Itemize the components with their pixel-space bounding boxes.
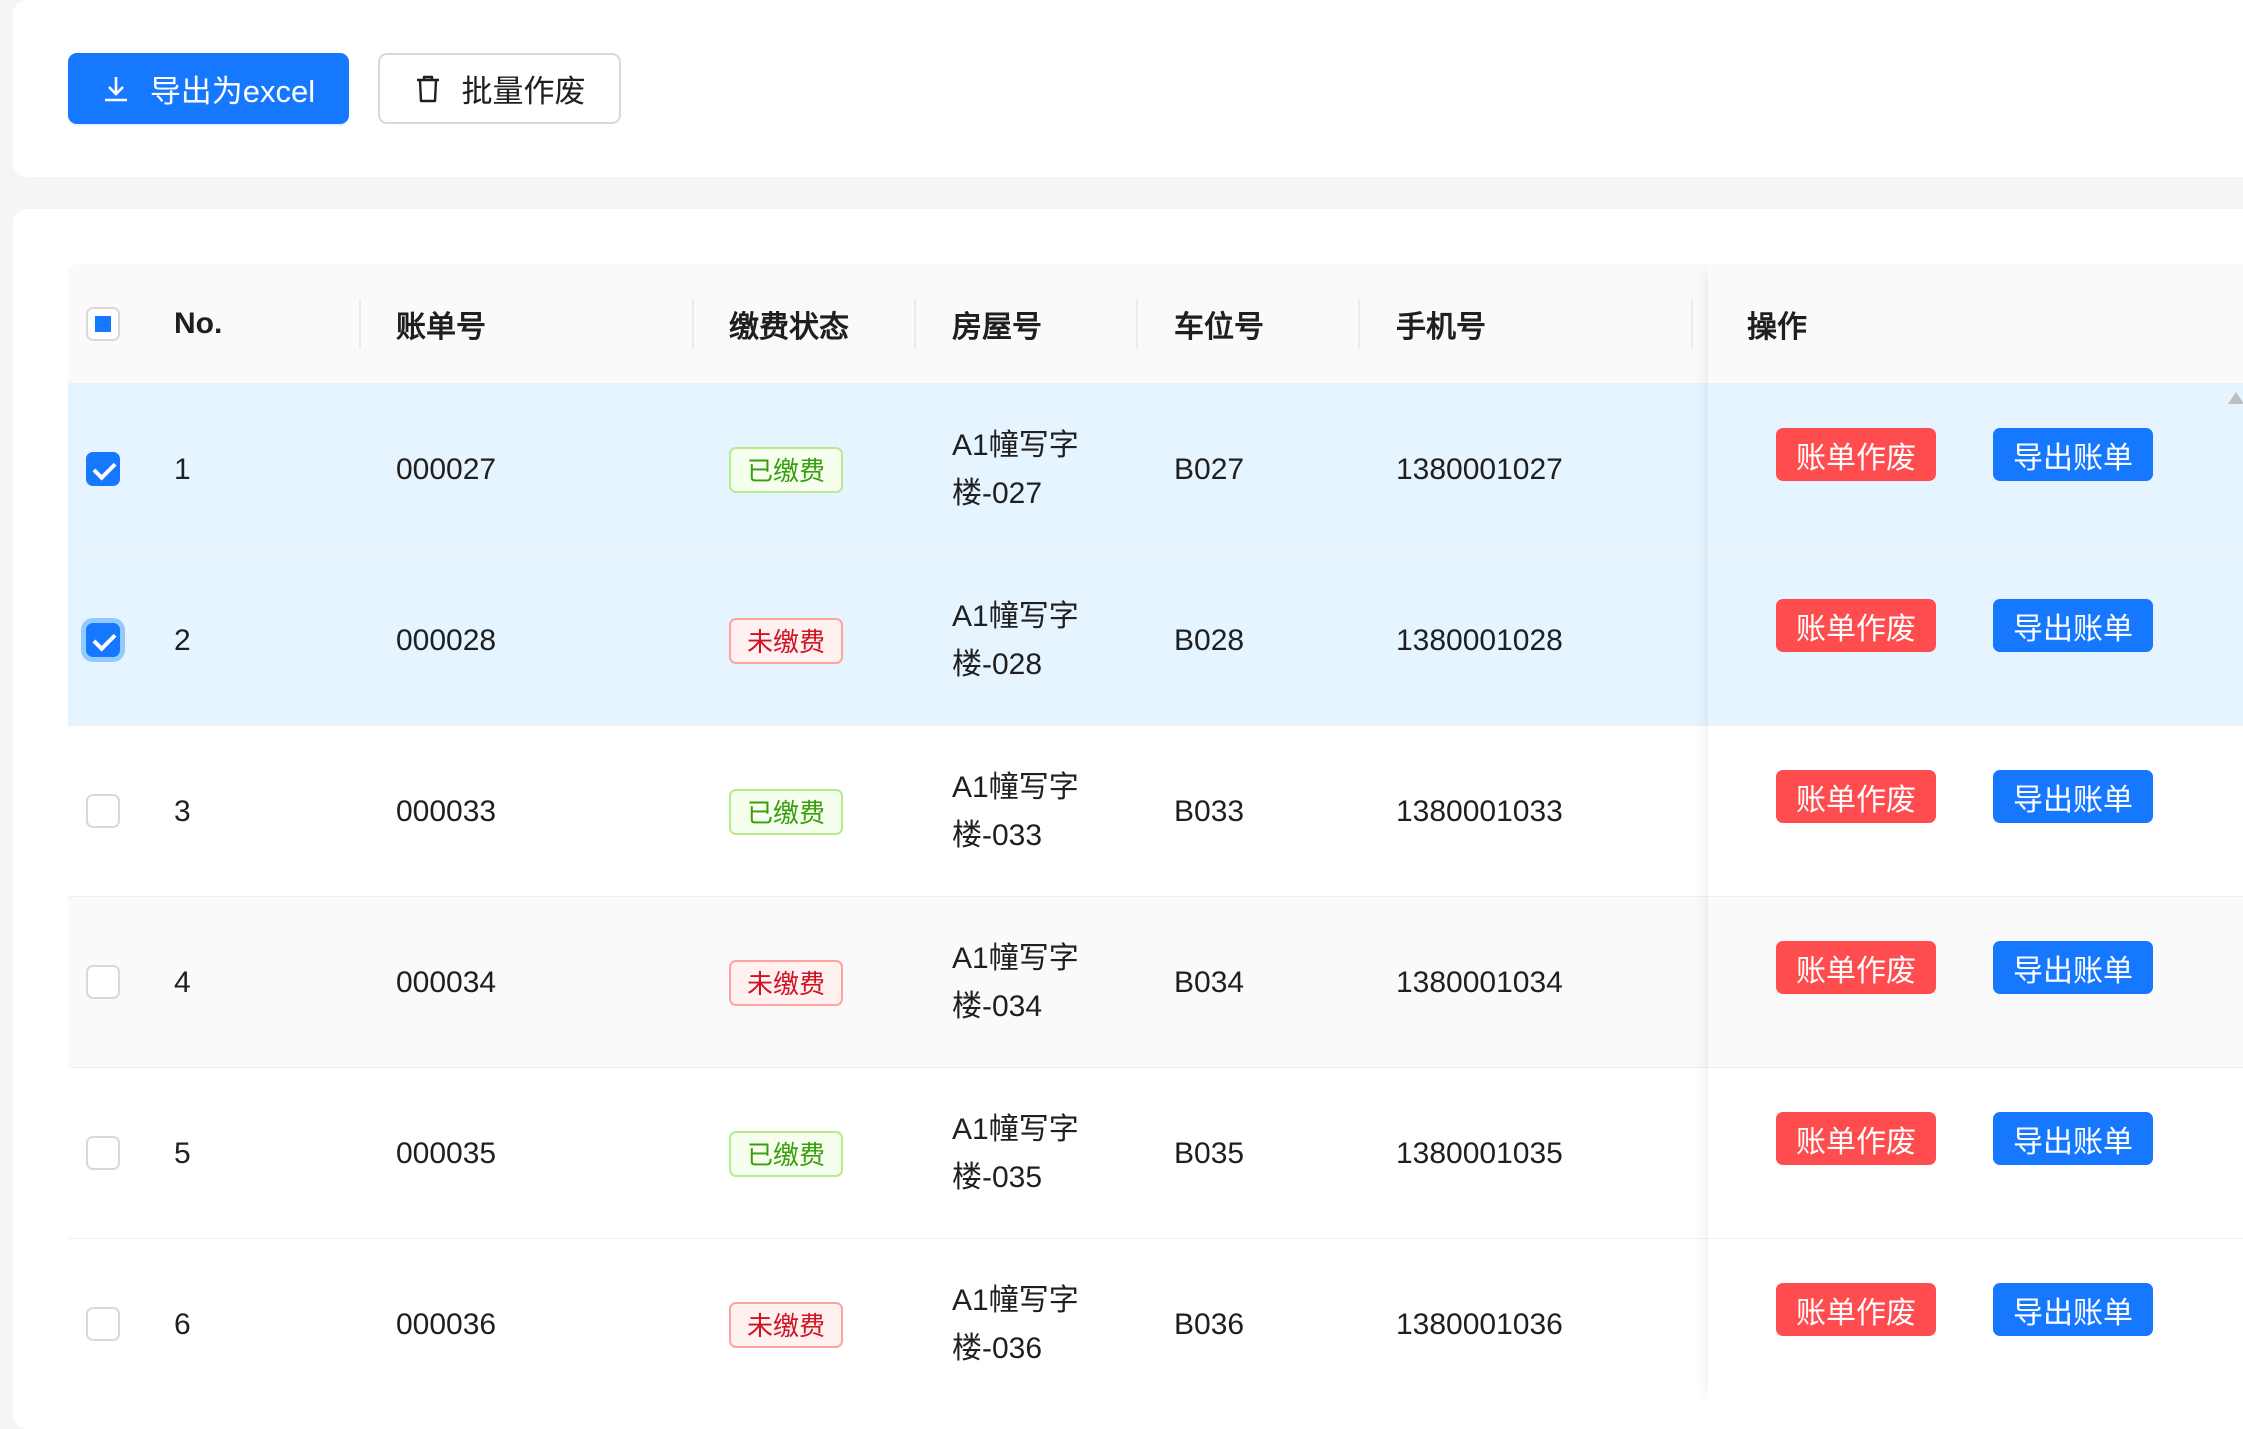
phone-no: 1380001033 [1396, 794, 1563, 828]
row-checkbox[interactable] [86, 1136, 120, 1170]
row-no: 4 [174, 965, 191, 999]
status-badge: 未缴费 [729, 959, 843, 1006]
house-no: A1幢写字 楼-027 [952, 428, 1079, 510]
column-divider [1358, 299, 1360, 349]
column-divider [1691, 299, 1693, 349]
house-no: A1幢写字 楼-028 [952, 599, 1079, 681]
column-header-parking: 车位号 [1174, 311, 1264, 344]
house-no: A1幢写字 楼-034 [952, 941, 1079, 1023]
column-header-house: 房屋号 [952, 311, 1042, 344]
row-no: 1 [174, 452, 191, 486]
batch-void-button[interactable]: 批量作废 [378, 53, 621, 124]
status-badge: 未缴费 [729, 617, 843, 664]
table-row[interactable]: 6 000036 未缴费 A1幢写字 楼-036 B036 1380001036… [68, 1239, 2243, 1410]
trash-icon [414, 74, 442, 104]
void-bill-button[interactable]: 账单作废 [1776, 428, 1936, 481]
export-bill-button[interactable]: 导出账单 [1993, 770, 2153, 823]
column-header-actions: 操作 [1747, 311, 1807, 344]
bill-no: 000033 [396, 794, 497, 828]
void-bill-button[interactable]: 账单作废 [1776, 770, 1936, 823]
column-header-status: 缴费状态 [729, 311, 849, 344]
column-header-no: No. [174, 307, 223, 340]
parking-no: B027 [1174, 452, 1245, 486]
parking-no: B028 [1174, 623, 1245, 657]
void-bill-button[interactable]: 账单作废 [1776, 599, 1936, 652]
status-badge: 未缴费 [729, 1301, 843, 1348]
bill-no: 000028 [396, 623, 497, 657]
phone-no: 1380001036 [1396, 1307, 1563, 1341]
bill-no: 000027 [396, 452, 497, 486]
table-row[interactable]: 5 000035 已缴费 A1幢写字 楼-035 B035 1380001035… [68, 1068, 2243, 1239]
parking-no: B035 [1174, 1136, 1245, 1170]
status-cell: 已缴费 [729, 1068, 843, 1239]
export-excel-label: 导出为excel [149, 74, 316, 109]
bill-no: 000035 [396, 1136, 497, 1170]
bill-no: 000036 [396, 1307, 497, 1341]
phone-no: 1380001034 [1396, 965, 1563, 999]
batch-void-label: 批量作废 [461, 74, 586, 109]
phone-no: 1380001027 [1396, 452, 1563, 486]
export-bill-button[interactable]: 导出账单 [1993, 599, 2153, 652]
export-bill-button[interactable]: 导出账单 [1993, 1283, 2153, 1336]
row-checkbox[interactable] [86, 623, 120, 657]
status-cell: 已缴费 [729, 384, 843, 555]
row-no: 2 [174, 623, 191, 657]
column-header-phone: 手机号 [1396, 311, 1486, 344]
row-checkbox[interactable] [86, 794, 120, 828]
row-no: 3 [174, 794, 191, 828]
void-bill-button[interactable]: 账单作废 [1776, 1283, 1936, 1336]
row-checkbox[interactable] [86, 1307, 120, 1341]
house-no: A1幢写字 楼-033 [952, 770, 1079, 852]
export-bill-button[interactable]: 导出账单 [1993, 941, 2153, 994]
table-header: No. 账单号 缴费状态 房屋号 车位号 手机号 操作 [68, 264, 2243, 384]
download-icon [102, 74, 130, 104]
column-divider [692, 299, 694, 349]
bill-no: 000034 [396, 965, 497, 999]
void-bill-button[interactable]: 账单作废 [1776, 1112, 1936, 1165]
export-excel-button[interactable]: 导出为excel [68, 53, 349, 124]
row-no: 6 [174, 1307, 191, 1341]
status-cell: 未缴费 [729, 555, 843, 726]
row-checkbox[interactable] [86, 965, 120, 999]
phone-no: 1380001028 [1396, 623, 1563, 657]
row-no: 5 [174, 1136, 191, 1170]
table-row[interactable]: 1 000027 已缴费 A1幢写字 楼-027 B027 1380001027… [68, 384, 2243, 555]
status-badge: 已缴费 [729, 446, 843, 493]
status-cell: 未缴费 [729, 1239, 843, 1410]
column-divider [1136, 299, 1138, 349]
house-no: A1幢写字 楼-036 [952, 1283, 1079, 1365]
status-cell: 未缴费 [729, 897, 843, 1068]
void-bill-button[interactable]: 账单作废 [1776, 941, 1936, 994]
parking-no: B036 [1174, 1307, 1245, 1341]
table-row[interactable]: 2 000028 未缴费 A1幢写字 楼-028 B028 1380001028… [68, 555, 2243, 726]
row-checkbox[interactable] [86, 452, 120, 486]
status-badge: 已缴费 [729, 788, 843, 835]
export-bill-button[interactable]: 导出账单 [1993, 428, 2153, 481]
column-divider [914, 299, 916, 349]
parking-no: B034 [1174, 965, 1245, 999]
house-no: A1幢写字 楼-035 [952, 1112, 1079, 1194]
scroll-up-arrow-icon[interactable] [2228, 392, 2243, 404]
column-header-bill-no: 账单号 [396, 311, 486, 344]
export-bill-button[interactable]: 导出账单 [1993, 1112, 2153, 1165]
column-divider [359, 299, 361, 349]
status-cell: 已缴费 [729, 726, 843, 897]
table-row[interactable]: 4 000034 未缴费 A1幢写字 楼-034 B034 1380001034… [68, 897, 2243, 1068]
parking-no: B033 [1174, 794, 1245, 828]
select-all-checkbox[interactable] [86, 307, 120, 341]
status-badge: 已缴费 [729, 1130, 843, 1177]
phone-no: 1380001035 [1396, 1136, 1563, 1170]
table-row[interactable]: 3 000033 已缴费 A1幢写字 楼-033 B033 1380001033… [68, 726, 2243, 897]
